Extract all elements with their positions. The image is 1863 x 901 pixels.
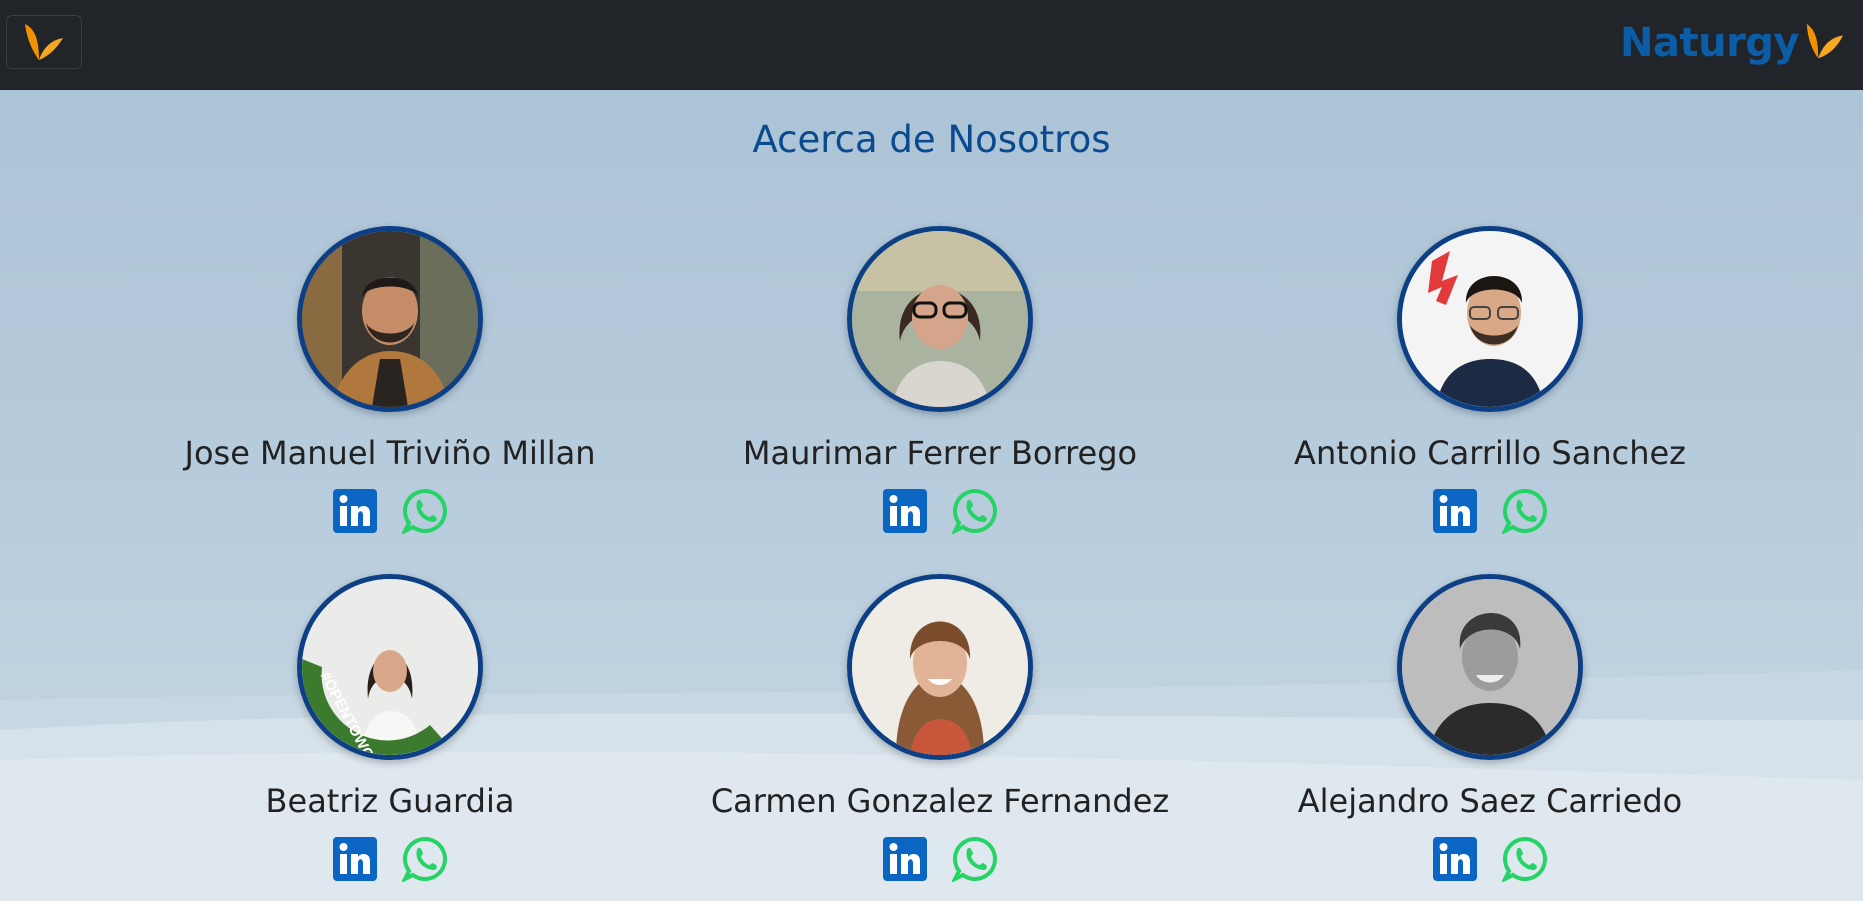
whatsapp-link[interactable] bbox=[400, 488, 448, 536]
social-links bbox=[130, 488, 650, 536]
avatar bbox=[847, 574, 1033, 760]
menu-toggle-button[interactable] bbox=[6, 15, 82, 69]
linkedin-icon bbox=[1433, 489, 1477, 533]
whatsapp-link[interactable] bbox=[1500, 836, 1548, 884]
team-member-card: Carmen Gonzalez Fernandez bbox=[680, 574, 1200, 884]
naturgy-butterfly-icon bbox=[1806, 23, 1844, 59]
whatsapp-icon bbox=[1500, 836, 1547, 884]
naturgy-butterfly-icon bbox=[25, 24, 63, 60]
team-member-card: Alejandro Saez Carriedo bbox=[1230, 574, 1750, 884]
whatsapp-link[interactable] bbox=[1500, 488, 1548, 536]
social-links bbox=[1230, 836, 1750, 884]
linkedin-icon bbox=[883, 837, 927, 881]
brand-logo[interactable]: Naturgy bbox=[1620, 14, 1845, 72]
linkedin-icon bbox=[883, 489, 927, 533]
member-name: Carmen Gonzalez Fernandez bbox=[710, 782, 1170, 820]
whatsapp-link[interactable] bbox=[400, 836, 448, 884]
linkedin-icon bbox=[333, 837, 377, 881]
linkedin-link[interactable] bbox=[882, 836, 928, 882]
avatar bbox=[847, 226, 1033, 412]
whatsapp-icon bbox=[950, 836, 997, 884]
whatsapp-icon bbox=[950, 488, 997, 536]
social-links bbox=[680, 836, 1200, 884]
linkedin-link[interactable] bbox=[1432, 836, 1478, 882]
avatar bbox=[1397, 574, 1583, 760]
social-links bbox=[680, 488, 1200, 536]
avatar: #OPENTOWORK bbox=[297, 574, 483, 760]
member-name: Jose Manuel Triviño Millan bbox=[184, 434, 596, 472]
linkedin-link[interactable] bbox=[332, 836, 378, 882]
linkedin-link[interactable] bbox=[1432, 488, 1478, 534]
whatsapp-link[interactable] bbox=[950, 836, 998, 884]
member-name: Antonio Carrillo Sanchez bbox=[1294, 434, 1686, 472]
avatar bbox=[1397, 226, 1583, 412]
team-member-card: Maurimar Ferrer Borrego bbox=[680, 226, 1200, 536]
brand-name: Naturgy bbox=[1620, 20, 1800, 66]
social-links bbox=[1230, 488, 1750, 536]
linkedin-link[interactable] bbox=[882, 488, 928, 534]
member-name: Beatriz Guardia bbox=[265, 782, 515, 820]
whatsapp-icon bbox=[1500, 488, 1547, 536]
member-name: Alejandro Saez Carriedo bbox=[1297, 782, 1683, 820]
team-member-card: Jose Manuel Triviño Millan bbox=[130, 226, 650, 536]
team-member-card: Antonio Carrillo Sanchez bbox=[1230, 226, 1750, 536]
linkedin-link[interactable] bbox=[332, 488, 378, 534]
avatar bbox=[297, 226, 483, 412]
linkedin-icon bbox=[1433, 837, 1477, 881]
page-title: Acerca de Nosotros bbox=[752, 118, 1111, 161]
whatsapp-icon bbox=[400, 488, 447, 536]
linkedin-icon bbox=[333, 489, 377, 533]
whatsapp-link[interactable] bbox=[950, 488, 998, 536]
member-name: Maurimar Ferrer Borrego bbox=[742, 434, 1138, 472]
navbar: Naturgy bbox=[0, 0, 1863, 90]
whatsapp-icon bbox=[400, 836, 447, 884]
social-links bbox=[130, 836, 650, 884]
team-member-card: #OPENTOWORK Beatriz Guardia bbox=[130, 574, 650, 884]
